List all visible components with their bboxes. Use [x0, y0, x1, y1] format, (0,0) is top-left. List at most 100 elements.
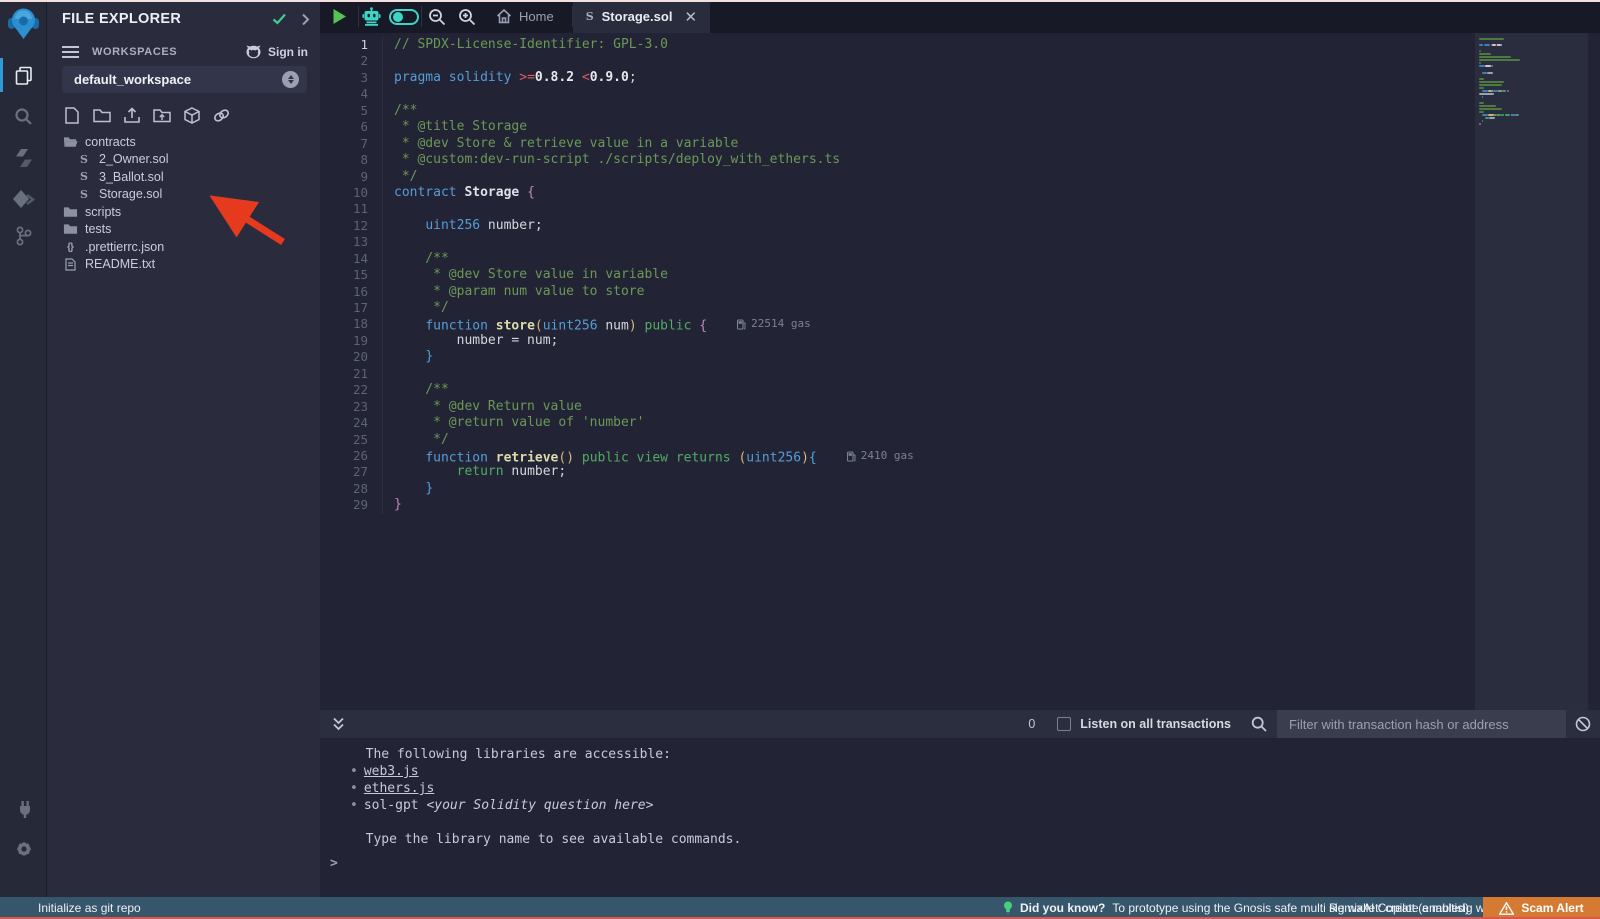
terminal-collapse-icon[interactable]	[332, 717, 345, 731]
line-number: 25	[320, 432, 383, 448]
active-tab-label: Storage.sol	[602, 9, 673, 24]
check-icon[interactable]	[272, 13, 287, 25]
code-line[interactable]: 23 * @dev Return value	[320, 399, 1600, 415]
new-file-icon[interactable]	[62, 106, 81, 125]
code-line[interactable]: 14 /**	[320, 251, 1600, 267]
workspace-select[interactable]: default_workspace	[62, 66, 307, 93]
code-line[interactable]: 15 * @dev Store value in variable	[320, 267, 1600, 283]
code-line[interactable]: 22 /**	[320, 382, 1600, 398]
code-editor[interactable]: 1// SPDX-License-Identifier: GPL-3.023pr…	[320, 33, 1600, 710]
code-line[interactable]: 8 * @custom:dev-run-script ./scripts/dep…	[320, 152, 1600, 168]
code-line[interactable]: 16 * @param num value to store	[320, 284, 1600, 300]
tree-item-contracts[interactable]: contracts	[47, 133, 320, 151]
solidity-file-icon: S	[586, 10, 594, 23]
tree-item-scripts[interactable]: scripts	[47, 203, 320, 221]
code-line[interactable]: 6 * @title Storage	[320, 119, 1600, 135]
copilot-toggle[interactable]	[389, 9, 419, 25]
listen-label: Listen on all transactions	[1080, 717, 1231, 731]
upload-file-icon[interactable]	[122, 106, 141, 125]
run-script-button[interactable]	[320, 0, 358, 33]
transaction-filter-input[interactable]	[1277, 710, 1566, 738]
code-line[interactable]: 26 function retrieve() public view retur…	[320, 448, 1600, 464]
sign-in-label: Sign in	[268, 45, 308, 59]
code-line[interactable]: 11	[320, 201, 1600, 217]
folder-icon	[62, 223, 78, 235]
remix-logo[interactable]	[7, 6, 40, 40]
code-line[interactable]: 27 return number;	[320, 464, 1600, 480]
solidity-compiler-icon[interactable]	[0, 142, 47, 174]
code-line[interactable]: 12 uint256 number;	[320, 218, 1600, 234]
line-number: 23	[320, 399, 383, 415]
terminal-search-icon[interactable]	[1251, 716, 1267, 732]
code-line[interactable]: 3pragma solidity >=0.8.2 <0.9.0;	[320, 70, 1600, 86]
code-line[interactable]: 19 number = num;	[320, 333, 1600, 349]
tree-item-tests[interactable]: tests	[47, 221, 320, 239]
tree-item-label: contracts	[85, 135, 136, 149]
code-line[interactable]: 18 function store(uint256 num) public {2…	[320, 316, 1600, 332]
code-line[interactable]: 17 */	[320, 300, 1600, 316]
copilot-status[interactable]: RemixAI Copilot (enabled)	[1329, 901, 1469, 915]
copilot-robot-icon[interactable]	[362, 7, 381, 26]
upload-folder-icon[interactable]	[152, 106, 171, 125]
code-line[interactable]: 28 }	[320, 481, 1600, 497]
zoom-in-icon[interactable]	[452, 0, 482, 33]
code-line[interactable]: 25 */	[320, 432, 1600, 448]
listen-checkbox[interactable]	[1057, 717, 1071, 731]
file-explorer-icon[interactable]	[0, 59, 47, 91]
cube-icon[interactable]	[182, 106, 201, 125]
code-line[interactable]: 13	[320, 234, 1600, 250]
code-line[interactable]: 7 * @dev Store & retrieve value in a var…	[320, 136, 1600, 152]
tree-item-3-ballot-sol[interactable]: S3_Ballot.sol	[47, 168, 320, 186]
library-link[interactable]: ethers.js	[364, 781, 434, 796]
code-line[interactable]: 20 }	[320, 349, 1600, 365]
line-number: 8	[320, 152, 383, 168]
github-icon	[245, 45, 262, 59]
scam-alert-button[interactable]: Scam Alert	[1483, 897, 1600, 919]
code-line[interactable]: 1// SPDX-License-Identifier: GPL-3.0	[320, 37, 1600, 53]
code-line[interactable]: 9 */	[320, 169, 1600, 185]
git-icon[interactable]	[0, 220, 47, 252]
line-content: // SPDX-License-Identifier: GPL-3.0	[383, 37, 668, 53]
tree-item-2-owner-sol[interactable]: S2_Owner.sol	[47, 151, 320, 169]
copilot-controls	[359, 0, 421, 33]
workspace-name: default_workspace	[74, 72, 282, 87]
line-content: /**	[383, 103, 417, 119]
listen-all-transactions[interactable]: Listen on all transactions	[1057, 717, 1231, 731]
tree-item--prettierrc-json[interactable]: { }.prettierrc.json	[47, 238, 320, 256]
code-line[interactable]: 24 * @return value of 'number'	[320, 415, 1600, 431]
code-line[interactable]: 5/**	[320, 103, 1600, 119]
new-folder-icon[interactable]	[92, 106, 111, 125]
library-link[interactable]: web3.js	[364, 764, 419, 779]
minimap[interactable]	[1475, 33, 1588, 710]
line-number: 21	[320, 366, 383, 382]
code-line[interactable]: 29}	[320, 497, 1600, 513]
link-icon[interactable]	[212, 106, 231, 125]
terminal-output[interactable]: • The following libraries are accessible…	[320, 738, 1600, 897]
code-line[interactable]: 4	[320, 86, 1600, 102]
search-icon[interactable]	[0, 100, 47, 132]
git-init-status[interactable]: Initialize as git repo	[38, 901, 141, 915]
code-line[interactable]: 10contract Storage {	[320, 185, 1600, 201]
zoom-out-icon[interactable]	[422, 0, 452, 33]
line-number: 26	[320, 448, 383, 464]
line-content: return number;	[383, 464, 566, 480]
workspaces-menu-icon[interactable]	[62, 46, 79, 58]
line-content: */	[383, 432, 449, 448]
sign-in-button[interactable]: Sign in	[245, 45, 308, 59]
code-line[interactable]: 2	[320, 53, 1600, 69]
line-number: 1	[320, 37, 383, 53]
clear-filter-icon[interactable]	[1566, 716, 1600, 732]
terminal-prompt[interactable]: >	[330, 856, 338, 871]
tab-storage-sol[interactable]: S Storage.sol ✕	[573, 0, 710, 33]
chevron-right-icon[interactable]	[301, 13, 310, 26]
line-number: 14	[320, 251, 383, 267]
plugin-manager-icon[interactable]	[0, 793, 47, 825]
tree-item-storage-sol[interactable]: SStorage.sol	[47, 186, 320, 204]
code-line[interactable]: 21	[320, 366, 1600, 382]
settings-gear-icon[interactable]	[0, 833, 47, 865]
close-tab-icon[interactable]: ✕	[684, 8, 697, 26]
tab-home[interactable]: Home	[482, 0, 572, 33]
deploy-and-run-icon[interactable]	[0, 184, 47, 216]
file-explorer-toolbar	[62, 106, 231, 125]
tree-item-readme-txt[interactable]: README.txt	[47, 256, 320, 274]
